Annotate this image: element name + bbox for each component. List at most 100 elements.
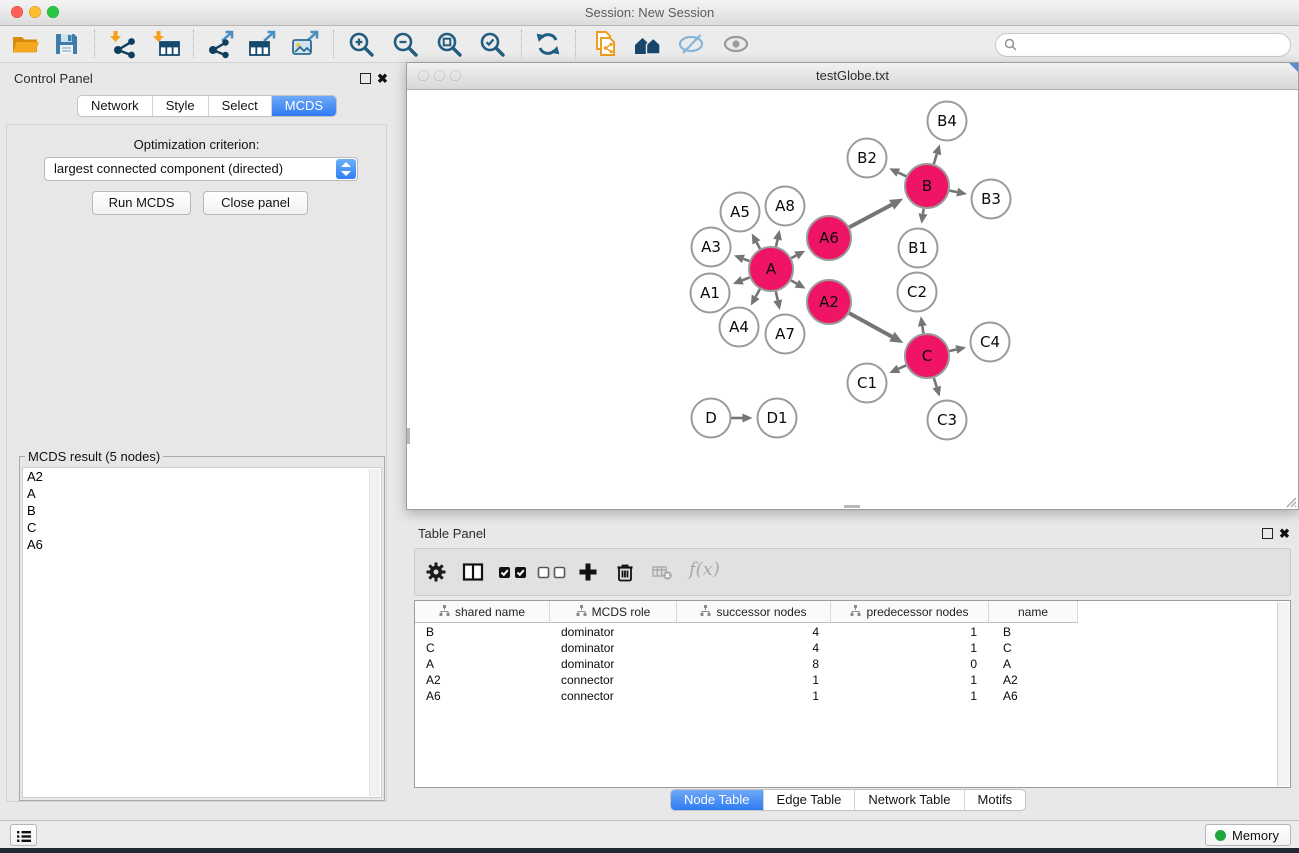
table-cell[interactable]: 1 [831,624,989,640]
graph-node-C3[interactable]: C3 [928,401,967,440]
mcds-result-item[interactable]: C [23,519,381,536]
graph-edge-B-B2[interactable] [889,168,906,176]
save-session-icon[interactable] [51,29,81,59]
table-panel-float-button[interactable] [1262,528,1273,539]
graph-node-A7[interactable]: A7 [766,315,805,354]
graph-node-B3[interactable]: B3 [972,180,1011,219]
graph-node-A8[interactable]: A8 [766,187,805,226]
show-details-icon[interactable] [721,29,751,59]
graph-edge-A6-B[interactable] [849,199,903,228]
tab-style[interactable]: Style [152,96,208,116]
memory-button[interactable]: Memory [1205,824,1291,846]
home-overview-icon[interactable] [633,29,663,59]
table-cell[interactable]: A6 [989,688,1078,704]
graph-edge-A-A1[interactable] [733,276,750,284]
graph-node-A4[interactable]: A4 [720,308,759,347]
column-header-predecessor-nodes[interactable]: predecessor nodes [831,601,989,623]
export-image-icon[interactable] [290,29,320,59]
table-panel-close-icon[interactable]: ✖ [1279,527,1290,540]
table-cell[interactable]: 8 [677,656,831,672]
zoom-out-icon[interactable] [390,29,420,59]
graph-node-B2[interactable]: B2 [848,139,887,178]
column-header-shared-name[interactable]: shared name [415,601,550,623]
control-panel-close-icon[interactable]: ✖ [377,72,388,85]
graph-node-A[interactable]: A [749,247,793,291]
graph-edge-A-A5[interactable] [752,234,761,249]
control-panel-float-button[interactable] [360,73,371,84]
graph-node-D[interactable]: D [692,399,731,438]
table-cell[interactable]: B [415,624,550,640]
column-header-successor-nodes[interactable]: successor nodes [677,601,831,623]
table-cell[interactable]: 1 [831,672,989,688]
graph-node-B4[interactable]: B4 [928,102,967,141]
graph-node-A6[interactable]: A6 [807,216,851,260]
column-header-name[interactable]: name [989,601,1078,623]
graph-edge-C-C1[interactable] [889,365,906,373]
mcds-result-item[interactable]: B [23,502,381,519]
graph-node-D1[interactable]: D1 [758,399,797,438]
mcds-list-scrollbar[interactable] [369,469,380,796]
graph-edge-A-A4[interactable] [751,289,760,305]
add-column-plus-icon[interactable] [577,561,599,588]
table-cell[interactable]: 1 [677,672,831,688]
graph-edge-A-A2[interactable] [791,280,806,289]
graph-node-A2[interactable]: A2 [807,280,851,324]
graph-node-C1[interactable]: C1 [848,364,887,403]
hide-details-icon[interactable] [676,29,706,59]
table-cell[interactable]: connector [550,672,677,688]
canvas-left-scroll-thumb[interactable] [407,428,410,444]
graph-edge-A-A7[interactable] [773,291,782,310]
search-input[interactable] [1022,35,1284,55]
canvas-bottom-scroll-thumb[interactable] [844,505,860,508]
graph-edge-B-B4[interactable] [933,144,942,164]
tab-node-table[interactable]: Node Table [671,790,763,810]
table-cell[interactable]: connector [550,688,677,704]
graph-edge-C-C4[interactable] [949,345,966,354]
graph-edge-A-A3[interactable] [734,255,749,263]
network-resize-corner[interactable] [1289,63,1298,72]
zoom-selected-icon[interactable] [477,29,507,59]
table-cell[interactable]: A2 [415,672,550,688]
open-session-icon[interactable] [10,29,40,59]
table-scrollbar[interactable] [1277,602,1289,786]
graph-node-B1[interactable]: B1 [899,229,938,268]
graph-node-A3[interactable]: A3 [692,228,731,267]
table-cell[interactable]: dominator [550,656,677,672]
graph-edge-A-A8[interactable] [773,230,782,247]
tab-mcds[interactable]: MCDS [271,96,336,116]
table-cell[interactable]: 1 [831,688,989,704]
graph-node-C2[interactable]: C2 [898,273,937,312]
tab-network-table[interactable]: Network Table [854,790,963,810]
graph-node-C4[interactable]: C4 [971,323,1010,362]
delete-trash-icon[interactable] [614,561,636,588]
criterion-dropdown[interactable]: largest connected component (directed) [44,157,358,181]
export-network-icon[interactable] [205,29,235,59]
import-network-icon[interactable] [108,29,138,59]
graph-edge-D-D1[interactable] [732,414,753,423]
table-cell[interactable]: A [989,656,1078,672]
task-history-button[interactable] [10,824,37,846]
table-cell[interactable]: 4 [677,640,831,656]
table-cell[interactable]: 1 [677,688,831,704]
table-cell[interactable]: A [415,656,550,672]
deselect-all-icon[interactable] [536,561,568,588]
table-cell[interactable]: C [989,640,1078,656]
graph-node-B[interactable]: B [905,164,949,208]
table-cell[interactable]: C [415,640,550,656]
table-cell[interactable]: 1 [831,640,989,656]
show-columns-icon[interactable] [462,561,484,588]
refresh-icon[interactable] [533,29,563,59]
mcds-result-item[interactable]: A6 [23,536,381,553]
graph-edge-A-A6[interactable] [791,251,805,260]
zoom-in-icon[interactable] [346,29,376,59]
table-cell[interactable]: 4 [677,624,831,640]
table-cell[interactable]: A2 [989,672,1078,688]
resize-grip-icon[interactable] [1285,496,1297,508]
graph-edge-C-C3[interactable] [932,378,941,397]
duplicate-network-icon[interactable] [590,29,620,59]
tab-select[interactable]: Select [208,96,271,116]
graph-edge-B-B1[interactable] [919,209,928,224]
tab-network[interactable]: Network [78,96,152,116]
run-mcds-button[interactable]: Run MCDS [92,191,191,215]
import-table-icon[interactable] [151,29,181,59]
